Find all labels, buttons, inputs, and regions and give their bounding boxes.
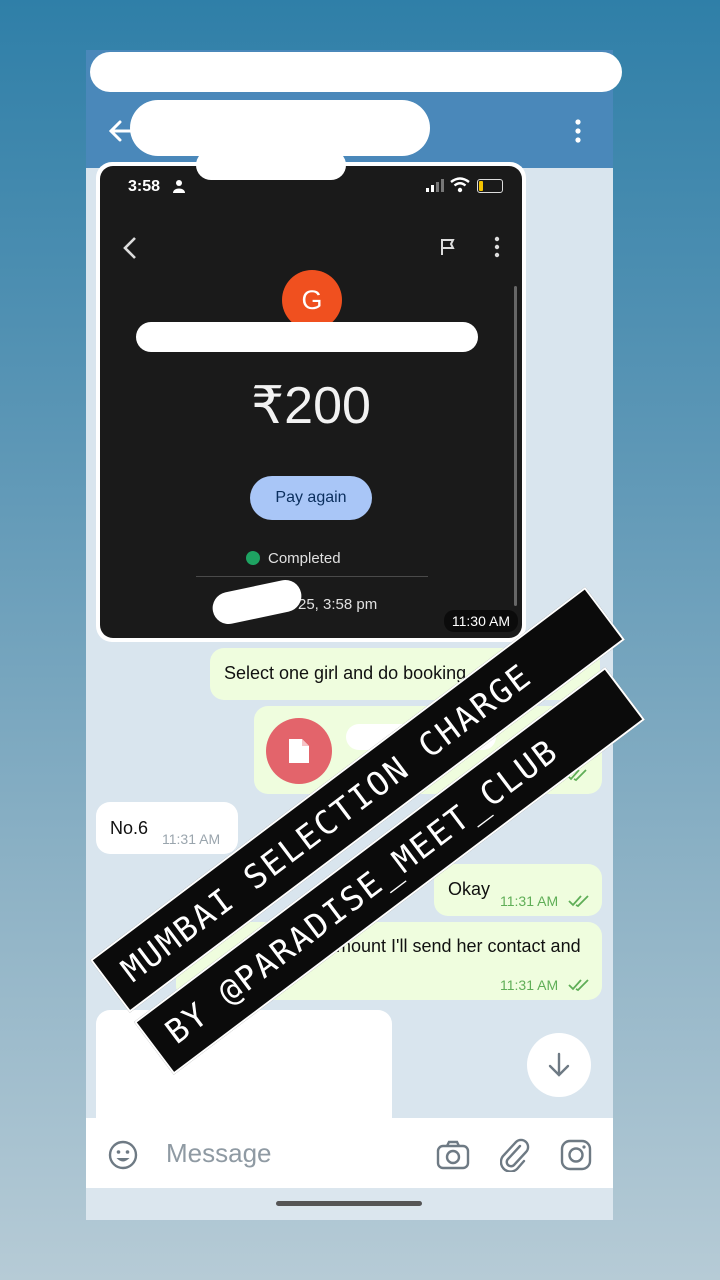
check-circle-icon [246, 551, 260, 565]
double-check-icon [568, 895, 589, 908]
incoming-message[interactable]: No.6 11:31 AM [96, 802, 238, 854]
person-icon [173, 180, 185, 193]
payment-amount: ₹200 [251, 377, 371, 435]
message-time: 11:31 AM [500, 977, 559, 993]
payee-avatar: G [282, 270, 342, 330]
arrow-down-icon [548, 1052, 570, 1077]
screenshot-more-icon [494, 236, 500, 258]
payment-screenshot-message[interactable]: 3:58 G ₹200 Pay again Completed 25, 3:58… [96, 162, 526, 642]
redacted-contact-name [130, 100, 430, 156]
instagram-icon[interactable] [560, 1139, 592, 1171]
screenshot-status-time: 3:58 [128, 178, 161, 195]
camera-icon[interactable] [436, 1140, 470, 1170]
message-text: Select one girl and do booking [224, 663, 467, 683]
file-download-button[interactable] [266, 718, 332, 784]
redacted-top-scribble [90, 52, 622, 92]
flag-icon [441, 239, 455, 255]
pay-again-button: Pay again [250, 476, 372, 520]
double-check-icon [568, 979, 589, 992]
message-time: 11:31 AM [500, 893, 559, 909]
redacted-date [209, 576, 305, 628]
screenshot-scrollbar [514, 286, 517, 606]
attachment-icon[interactable] [500, 1138, 530, 1172]
signal-icon [426, 179, 444, 192]
wifi-icon [450, 177, 470, 193]
scroll-to-bottom-button[interactable] [527, 1033, 591, 1097]
home-indicator [276, 1201, 422, 1206]
message-text: Okay [448, 879, 491, 899]
more-options-icon[interactable] [570, 118, 586, 144]
redacted-contact-status [196, 150, 346, 180]
message-time: 11:31 AM [162, 831, 221, 847]
message-text: No.6 [110, 818, 149, 838]
payment-datetime: 25, 3:58 pm [298, 596, 378, 613]
message-composer: Message [86, 1118, 613, 1188]
divider [196, 576, 428, 577]
redacted-name [136, 322, 478, 352]
battery-icon [477, 179, 503, 193]
payment-status: Completed [246, 550, 341, 567]
message-input[interactable]: Message [166, 1138, 272, 1169]
payment-screenshot: 3:58 G ₹200 Pay again Completed 25, 3:58… [100, 166, 522, 638]
outgoing-message[interactable]: Okay 11:31 AM [434, 864, 602, 916]
screenshot-back-icon [123, 237, 136, 259]
emoji-icon[interactable] [107, 1139, 139, 1171]
document-icon [289, 739, 309, 763]
message-text: amount I'll send her contact and [326, 936, 581, 956]
message-time: 11:30 AM [443, 610, 518, 632]
payment-status-label: Completed [268, 550, 341, 567]
